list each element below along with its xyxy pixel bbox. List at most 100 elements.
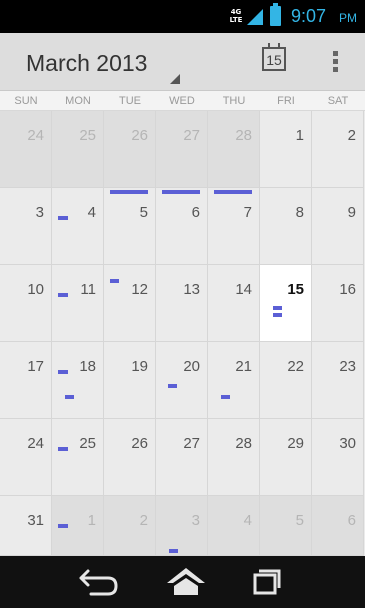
calendar-day-cell[interactable]: 13 bbox=[156, 265, 208, 342]
calendar-day-cell[interactable]: 9 bbox=[312, 188, 364, 265]
weekday-label: MON bbox=[65, 95, 91, 107]
day-number: 4 bbox=[87, 204, 96, 221]
weekday-label: SAT bbox=[327, 95, 349, 107]
calendar-day-cell[interactable]: 28 bbox=[208, 111, 260, 188]
weekday-label: SUN bbox=[14, 95, 38, 107]
calendar-day-cell[interactable]: 11 bbox=[52, 265, 104, 342]
event-indicator[interactable] bbox=[58, 524, 68, 528]
day-number: 3 bbox=[191, 512, 200, 529]
event-indicator[interactable] bbox=[58, 447, 68, 451]
month-grid: 24 25 26 27 28 1 2 3 4 5 6 7 8 9 10 11 12 13 14 15 16 17 18 19 2… bbox=[0, 111, 365, 556]
calendar-day-cell[interactable]: 20 bbox=[156, 342, 208, 419]
day-number: 14 bbox=[235, 281, 252, 298]
calendar-day-cell[interactable]: 1 bbox=[52, 496, 104, 556]
weekday-header: SUN MON TUE WED THU FRI SAT bbox=[0, 91, 365, 111]
recent-apps-icon[interactable] bbox=[237, 564, 297, 600]
calendar-day-cell[interactable]: 29 bbox=[260, 419, 312, 496]
calendar-day-cell[interactable]: 5 bbox=[260, 496, 312, 556]
day-number: 3 bbox=[35, 204, 44, 221]
event-indicator[interactable] bbox=[273, 306, 282, 310]
day-number: 6 bbox=[347, 512, 356, 529]
day-number: 27 bbox=[183, 435, 200, 452]
day-number: 21 bbox=[235, 358, 252, 375]
day-number: 7 bbox=[243, 204, 252, 221]
calendar-day-cell[interactable]: 24 bbox=[0, 419, 52, 496]
calendar-day-cell[interactable]: 12 bbox=[104, 265, 156, 342]
calendar-day-cell[interactable]: 19 bbox=[104, 342, 156, 419]
day-number: 10 bbox=[27, 281, 44, 298]
calendar-day-cell[interactable]: 31 bbox=[0, 496, 52, 556]
event-indicator[interactable] bbox=[110, 279, 119, 283]
day-number: 26 bbox=[131, 127, 148, 144]
calendar-day-cell[interactable]: 4 bbox=[52, 188, 104, 265]
day-number: 16 bbox=[339, 281, 356, 298]
home-icon[interactable] bbox=[156, 564, 216, 600]
day-number: 2 bbox=[347, 127, 356, 144]
calendar-day-cell[interactable]: 6 bbox=[156, 188, 208, 265]
day-number: 30 bbox=[339, 435, 356, 452]
calendar-day-cell[interactable]: 5 bbox=[104, 188, 156, 265]
weekday-label: WED bbox=[169, 95, 195, 107]
calendar-day-cell[interactable]: 28 bbox=[208, 419, 260, 496]
event-indicator[interactable] bbox=[110, 190, 148, 194]
day-number: 1 bbox=[87, 512, 96, 529]
calendar-day-cell[interactable]: 24 bbox=[0, 111, 52, 188]
day-number: 5 bbox=[139, 204, 148, 221]
event-indicator[interactable] bbox=[169, 549, 178, 553]
today-button[interactable]: 15 bbox=[262, 43, 286, 71]
calendar-day-cell[interactable]: 14 bbox=[208, 265, 260, 342]
event-indicator[interactable] bbox=[65, 395, 74, 399]
calendar-day-cell[interactable]: 7 bbox=[208, 188, 260, 265]
calendar-day-cell[interactable]: 10 bbox=[0, 265, 52, 342]
calendar-day-cell[interactable]: 27 bbox=[156, 111, 208, 188]
back-icon[interactable] bbox=[69, 564, 129, 600]
event-indicator[interactable] bbox=[58, 216, 68, 220]
calendar-day-cell[interactable]: 15 bbox=[260, 265, 312, 342]
calendar-day-cell[interactable]: 25 bbox=[52, 419, 104, 496]
calendar-day-cell[interactable]: 6 bbox=[312, 496, 364, 556]
day-number: 15 bbox=[287, 281, 304, 298]
calendar-day-cell[interactable]: 23 bbox=[312, 342, 364, 419]
calendar-day-cell[interactable]: 27 bbox=[156, 419, 208, 496]
event-indicator[interactable] bbox=[221, 395, 230, 399]
calendar-day-cell[interactable]: 2 bbox=[312, 111, 364, 188]
calendar-day-cell[interactable]: 16 bbox=[312, 265, 364, 342]
overflow-menu-icon[interactable] bbox=[330, 51, 342, 75]
day-number: 13 bbox=[183, 281, 200, 298]
calendar-day-cell[interactable]: 26 bbox=[104, 111, 156, 188]
event-indicator[interactable] bbox=[273, 313, 282, 317]
dropdown-arrow-icon[interactable] bbox=[170, 74, 180, 84]
weekday-label: TUE bbox=[119, 95, 141, 107]
day-number: 27 bbox=[183, 127, 200, 144]
calendar-day-cell[interactable]: 18 bbox=[52, 342, 104, 419]
calendar-day-cell[interactable]: 3 bbox=[0, 188, 52, 265]
calendar-day-cell[interactable]: 26 bbox=[104, 419, 156, 496]
calendar-day-cell[interactable]: 25 bbox=[52, 111, 104, 188]
calendar-day-cell[interactable]: 1 bbox=[260, 111, 312, 188]
calendar-day-cell[interactable]: 30 bbox=[312, 419, 364, 496]
event-indicator[interactable] bbox=[58, 293, 68, 297]
calendar-day-cell[interactable]: 17 bbox=[0, 342, 52, 419]
day-number: 25 bbox=[79, 127, 96, 144]
day-number: 9 bbox=[347, 204, 356, 221]
calendar-day-cell[interactable]: 4 bbox=[208, 496, 260, 556]
day-number: 20 bbox=[183, 358, 200, 375]
day-number: 17 bbox=[27, 358, 44, 375]
calendar-day-cell[interactable]: 21 bbox=[208, 342, 260, 419]
day-number: 26 bbox=[131, 435, 148, 452]
calendar-day-cell[interactable]: 22 bbox=[260, 342, 312, 419]
day-number: 22 bbox=[287, 358, 304, 375]
event-indicator[interactable] bbox=[214, 190, 252, 194]
event-indicator[interactable] bbox=[58, 370, 68, 374]
day-number: 25 bbox=[79, 435, 96, 452]
day-number: 11 bbox=[80, 281, 96, 298]
calendar-day-cell[interactable]: 8 bbox=[260, 188, 312, 265]
signal-icon bbox=[247, 9, 263, 25]
event-indicator[interactable] bbox=[162, 190, 200, 194]
month-title[interactable]: March 2013 bbox=[26, 50, 147, 77]
event-indicator[interactable] bbox=[168, 384, 177, 388]
calendar-day-cell[interactable]: 2 bbox=[104, 496, 156, 556]
day-number: 23 bbox=[339, 358, 356, 375]
day-number: 31 bbox=[27, 512, 44, 529]
calendar-day-cell[interactable]: 3 bbox=[156, 496, 208, 556]
